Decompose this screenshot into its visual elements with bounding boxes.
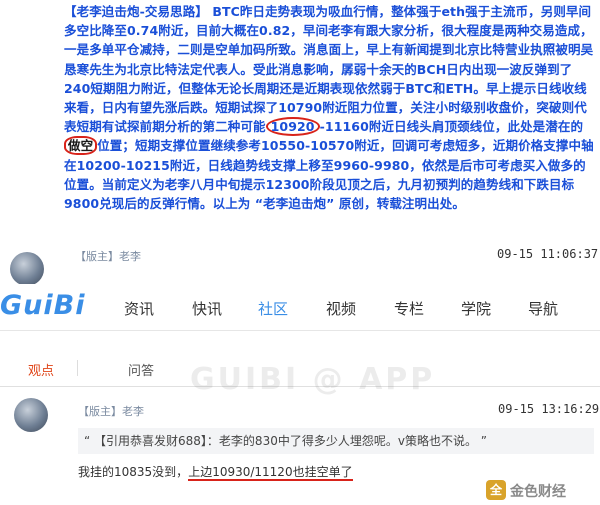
brand-name: 金色财经: [510, 484, 566, 500]
reply-text: 我挂的10835没到，上边10930/11120也挂空单了: [78, 463, 353, 481]
brand-logo-icon: 全: [486, 480, 506, 500]
top-navbar: GuiBi 资讯 快讯 社区 视频 专栏 学院 导航: [0, 284, 600, 331]
nav-item-academy[interactable]: 学院: [461, 298, 491, 319]
nav-item-video[interactable]: 视频: [326, 298, 356, 319]
circled-price: 10920: [265, 117, 320, 137]
post-meta: 【版主】老李 09-15 11:06:37: [0, 240, 600, 286]
post-text-part3: 位置；短期支撑位置继续参考10550-10570附近，回调可考虑短多，近期价格支…: [64, 138, 594, 212]
nav-item-guide[interactable]: 导航: [528, 298, 558, 319]
reply-time: 09-15 13:16:29: [498, 402, 600, 416]
nav-item-news[interactable]: 资讯: [124, 298, 154, 319]
tab-qa[interactable]: 问答: [128, 360, 154, 379]
post-text-part1: BTC昨日走势表现为吸血行情，整体强于eth强于主流币，另则早间多空比降至0.7…: [64, 4, 594, 135]
watermark: GUIBI @ APP: [190, 362, 436, 397]
reply-text-underlined: 上边10930/11120也挂空单了: [188, 465, 353, 481]
post-body: 【老李迫击炮-交易思路】 BTC昨日走势表现为吸血行情，整体强于eth强于主流币…: [64, 2, 596, 213]
source-brand: 全 金色财经: [486, 478, 598, 502]
nav-item-community[interactable]: 社区: [258, 298, 288, 319]
nav-item-flash[interactable]: 快讯: [192, 298, 222, 319]
post-author[interactable]: 【版主】老李: [75, 248, 141, 264]
avatar[interactable]: [10, 252, 44, 286]
post-tag: 【老李迫击炮-交易思路】: [64, 4, 208, 19]
reply-text-plain: 我挂的10835没到，: [78, 465, 189, 479]
boxed-word: 做空: [64, 136, 98, 156]
nav-item-column[interactable]: 专栏: [394, 298, 424, 319]
reply-author[interactable]: 【版主】老李: [78, 403, 144, 419]
post-time: 09-15 11:06:37: [497, 247, 599, 261]
quoted-comment: “ 【引用恭喜发财688】：老李的830中了得多少人埋怨呢。v策略也不说。 ”: [78, 428, 594, 454]
tab-opinions[interactable]: 观点: [28, 360, 54, 379]
tab-divider: [77, 360, 78, 376]
reply-avatar[interactable]: [14, 398, 48, 432]
post-text-part2: -11160附近日线头肩顶颈线位，此处是潜在的: [319, 119, 584, 135]
site-logo[interactable]: GuiBi: [0, 290, 85, 321]
